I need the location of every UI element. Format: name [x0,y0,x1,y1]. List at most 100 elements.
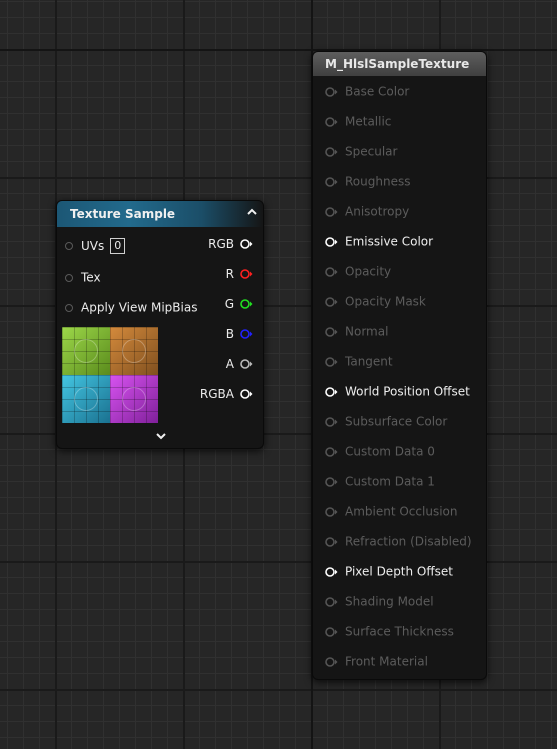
pin-label: Apply View MipBias [81,300,198,315]
input-pin-icon[interactable] [325,86,339,98]
pin-icon[interactable] [65,273,73,282]
material-input-tangent: Tangent [325,354,393,370]
input-label: Shading Model [345,594,434,609]
input-pin-icon[interactable] [325,236,339,248]
pin-label: B [225,326,234,341]
node-header[interactable]: M_HlslSampleTexture [313,52,486,76]
input-label: Tangent [345,354,393,369]
input-label: Refraction (Disabled) [345,534,472,549]
material-output-node[interactable]: M_HlslSampleTexture Base Color Metallic Sp… [312,51,487,680]
output-pin-icon[interactable] [240,388,253,400]
output-pin-icon[interactable] [240,268,253,280]
material-input-surface-thickness: Surface Thickness [325,624,454,640]
output-pin-rgba[interactable]: RGBA [199,386,253,401]
texture-preview-thumbnail [62,327,158,423]
input-pin-icon[interactable] [325,296,339,308]
input-label: Emissive Color [345,234,434,249]
input-pin-icon[interactable] [325,656,339,668]
pin-label: UVs [81,239,105,253]
chevron-down-icon[interactable] [154,431,168,443]
input-pin-icon[interactable] [325,566,339,578]
chevron-up-icon[interactable] [245,204,259,220]
material-input-base-color: Base Color [325,84,409,100]
input-pin-icon[interactable] [325,476,339,488]
output-pin-icon[interactable] [240,298,253,310]
pin-label: R [225,266,234,281]
input-label: Subsurface Color [345,414,448,429]
material-input-roughness: Roughness [325,174,410,190]
preview-quadrant-magenta [110,375,158,423]
material-input-specular: Specular [325,144,397,160]
input-pin-icon[interactable] [325,326,339,338]
output-pin-icon[interactable] [240,328,253,340]
input-pin-icon[interactable] [325,386,339,398]
input-label: Normal [345,324,389,339]
input-label: Specular [345,144,398,159]
input-label: Opacity Mask [345,294,426,309]
output-pin-icon[interactable] [240,358,253,370]
input-pin-icon[interactable] [325,206,339,218]
output-pin-icon[interactable] [240,238,253,250]
input-pin-icon[interactable] [325,596,339,608]
input-pin-icon[interactable] [325,176,339,188]
node-header[interactable]: Texture Sample [57,201,263,227]
texture-sample-node[interactable]: Texture Sample UVs 0 Tex Apply View MipBi… [56,200,264,449]
pin-icon[interactable] [65,242,73,250]
output-pin-r[interactable]: R [225,266,253,281]
pin-label: Tex [81,270,101,285]
node-title: M_HlslSampleTexture [325,57,470,71]
uvs-value-field[interactable]: 0 [110,238,126,254]
input-pin-icon[interactable] [325,446,339,458]
input-pin-icon[interactable] [325,116,339,128]
material-input-anisotropy: Anisotropy [325,204,409,220]
pin-label: RGB [208,236,234,251]
input-label: Surface Thickness [345,624,454,639]
node-title: Texture Sample [70,207,176,221]
input-label: Custom Data 1 [345,474,435,489]
pin-label: RGBA [199,386,234,401]
input-label: Roughness [345,174,411,189]
input-pin-icon[interactable] [325,506,339,518]
material-input-opacity-mask: Opacity Mask [325,294,426,310]
output-pin-g[interactable]: G [224,296,253,311]
input-label: Metallic [345,114,392,129]
material-input-custom-data-0: Custom Data 0 [325,444,435,460]
material-input-shading-model: Shading Model [325,594,434,610]
input-label: World Position Offset [345,384,470,399]
material-input-opacity: Opacity [325,264,391,280]
material-input-emissive-color[interactable]: Emissive Color [325,234,433,250]
material-input-subsurface-color: Subsurface Color [325,414,447,430]
input-label: Base Color [345,84,410,99]
material-input-custom-data-1: Custom Data 1 [325,474,435,490]
output-pin-rgb[interactable]: RGB [208,236,253,251]
input-label: Front Material [345,654,428,669]
input-label: Anisotropy [345,204,410,219]
output-pin-b[interactable]: B [225,326,253,341]
input-pin-icon[interactable] [325,146,339,158]
input-pin-icon[interactable] [325,626,339,638]
input-label: Opacity [345,264,392,279]
input-label: Pixel Depth Offset [345,564,453,579]
input-pin-apply-view-mipbias[interactable]: Apply View MipBias [65,300,197,315]
material-input-front-material: Front Material [325,654,428,670]
material-input-normal: Normal [325,324,388,340]
input-pin-icon[interactable] [325,416,339,428]
pin-label: G [224,296,234,311]
preview-quadrant-orange [110,327,158,375]
material-input-world-position-offset[interactable]: World Position Offset [325,384,470,400]
output-pin-a[interactable]: A [225,356,253,371]
preview-quadrant-cyan [62,375,110,423]
material-input-ambient-occlusion: Ambient Occlusion [325,504,457,520]
input-label: Custom Data 0 [345,444,435,459]
material-input-pixel-depth-offset[interactable]: Pixel Depth Offset [325,564,453,580]
input-pin-icon[interactable] [325,356,339,368]
material-input-refraction-disabled: Refraction (Disabled) [325,534,472,550]
pin-label: A [225,356,234,371]
input-pin-icon[interactable] [325,536,339,548]
input-pin-tex[interactable]: Tex [65,270,101,285]
pin-icon[interactable] [65,303,73,312]
preview-quadrant-green [62,327,110,375]
input-pin-icon[interactable] [325,266,339,278]
input-pin-uvs[interactable]: UVs 0 [65,238,126,254]
material-input-metallic: Metallic [325,114,391,130]
